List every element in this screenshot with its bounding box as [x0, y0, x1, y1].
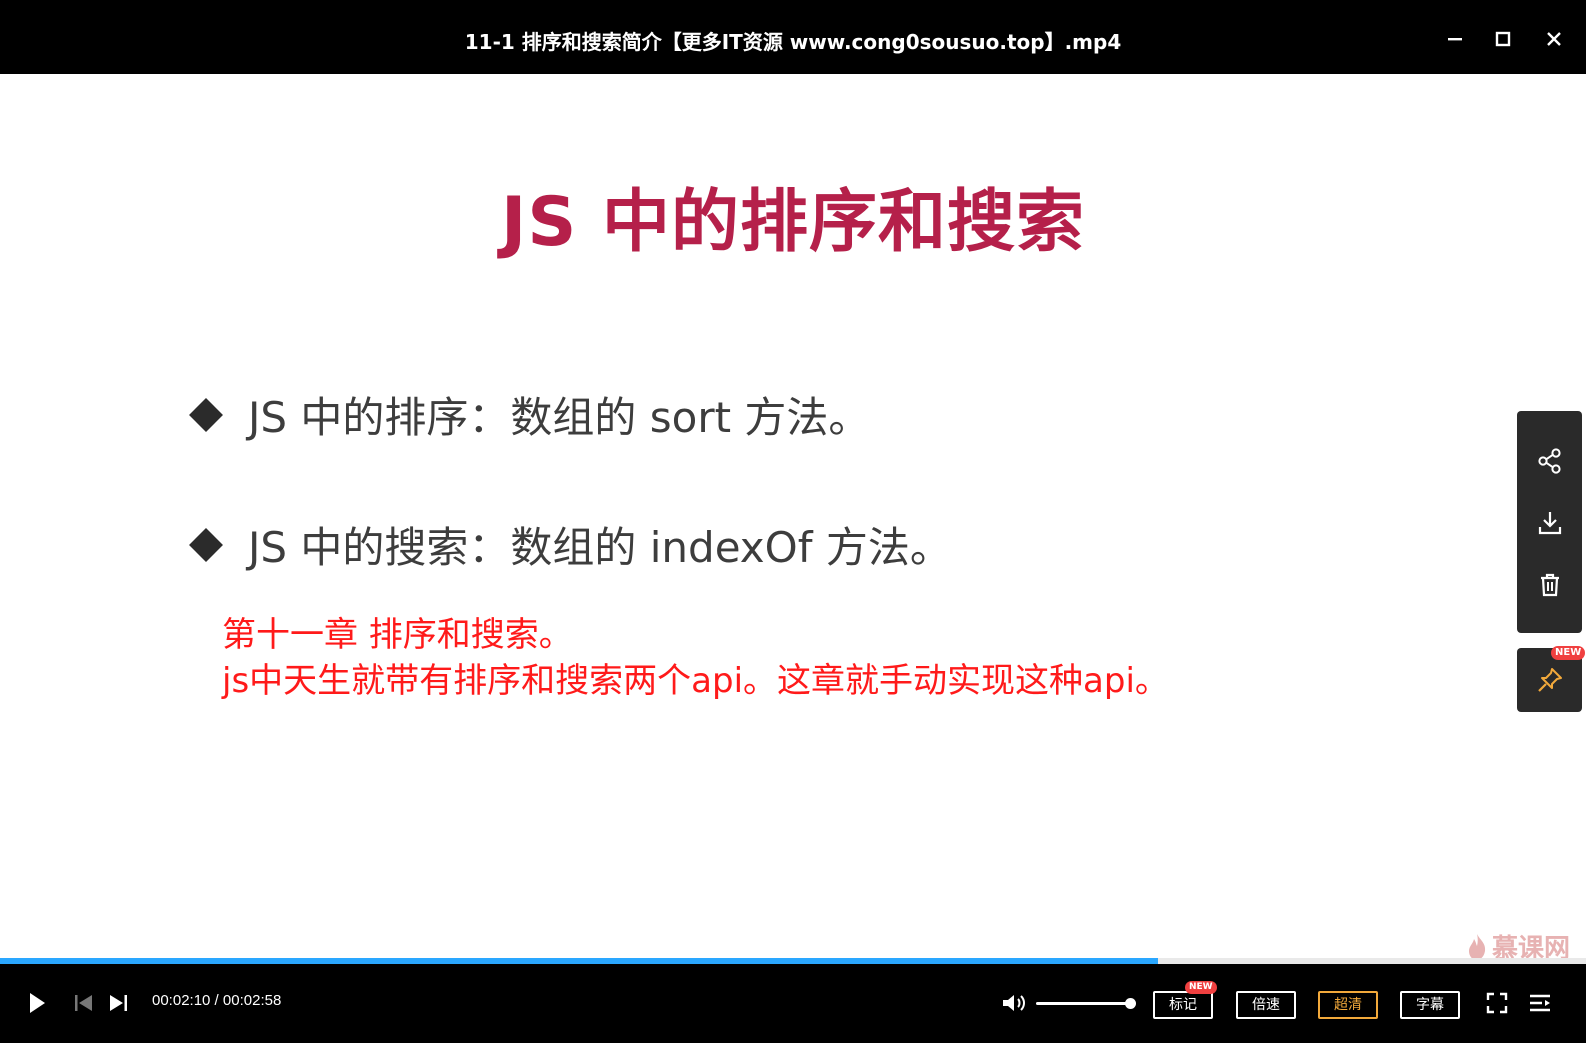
new-badge: NEW — [1185, 981, 1217, 994]
slide-bullet: JS 中的排序：数组的 sort 方法。 — [188, 384, 870, 445]
volume-slider[interactable] — [1036, 998, 1136, 1009]
slide-title: JS 中的排序和搜索 — [501, 183, 1085, 262]
side-toolbar — [1517, 411, 1582, 633]
minimize-icon — [1448, 38, 1462, 41]
volume-knob[interactable] — [1125, 998, 1136, 1009]
share-icon — [1537, 448, 1561, 474]
minimize-button[interactable] — [1440, 24, 1470, 54]
slide-bullet: JS 中的搜索：数组的 indexOf 方法。 — [188, 514, 952, 575]
current-time: 00:02:10 — [152, 992, 211, 1009]
maximize-button[interactable] — [1488, 24, 1518, 54]
speed-button[interactable]: 倍速 — [1236, 991, 1296, 1019]
diamond-bullet-icon — [189, 527, 223, 562]
title-bar: 11-1 排序和搜索简介【更多IT资源 www.cong0sousuo.top】… — [0, 0, 1586, 74]
download-button[interactable] — [1517, 503, 1582, 543]
delete-button[interactable] — [1517, 565, 1582, 605]
player-controls: 00:02:10 / 00:02:58 标记 NEW 倍速 超清 字幕 — [0, 964, 1586, 1043]
window-title: 11-1 排序和搜索简介【更多IT资源 www.cong0sousuo.top】… — [464, 30, 1122, 54]
fullscreen-button[interactable] — [1482, 988, 1512, 1018]
annotation-line: js中天生就带有排序和搜索两个api。这章就手动实现这种api。 — [222, 661, 1169, 701]
time-display: 00:02:10 / 00:02:58 — [152, 992, 281, 1009]
duration: 00:02:58 — [222, 992, 282, 1009]
close-button[interactable] — [1539, 24, 1569, 54]
skip-next-icon — [110, 995, 127, 1011]
flame-icon — [1469, 933, 1486, 960]
play-icon — [30, 993, 45, 1013]
previous-button[interactable] — [70, 986, 98, 1020]
maximize-icon — [1495, 31, 1511, 47]
quality-button[interactable]: 超清 — [1318, 991, 1378, 1019]
new-badge: NEW — [1551, 646, 1586, 660]
share-button[interactable] — [1517, 441, 1582, 481]
download-icon — [1538, 512, 1561, 535]
subtitle-button[interactable]: 字幕 — [1400, 991, 1460, 1019]
bullet-text: JS 中的排序：数组的 sort 方法。 — [248, 393, 871, 442]
skip-previous-icon — [75, 995, 92, 1011]
bullet-text: JS 中的搜索：数组的 indexOf 方法。 — [248, 523, 952, 572]
playlist-button[interactable] — [1524, 988, 1556, 1018]
mark-label: 标记 — [1169, 997, 1197, 1013]
diamond-bullet-icon — [189, 397, 223, 432]
fullscreen-icon — [1486, 992, 1508, 1014]
volume-icon — [1003, 995, 1025, 1011]
close-icon — [1547, 32, 1561, 46]
pin-button[interactable]: NEW — [1517, 646, 1586, 712]
play-button[interactable] — [22, 986, 52, 1020]
pin-icon — [1537, 668, 1562, 692]
playlist-icon — [1530, 994, 1550, 1012]
annotation-line: 第十一章 排序和搜索。 — [222, 615, 573, 655]
video-frame[interactable]: JS 中的排序和搜索 JS 中的排序：数组的 sort 方法。 JS 中的搜索：… — [0, 74, 1586, 950]
time-separator: / — [210, 992, 223, 1009]
mark-button[interactable]: 标记 NEW — [1153, 981, 1217, 1019]
trash-icon — [1540, 573, 1559, 597]
next-button[interactable] — [104, 986, 132, 1020]
volume-button[interactable] — [998, 988, 1030, 1018]
